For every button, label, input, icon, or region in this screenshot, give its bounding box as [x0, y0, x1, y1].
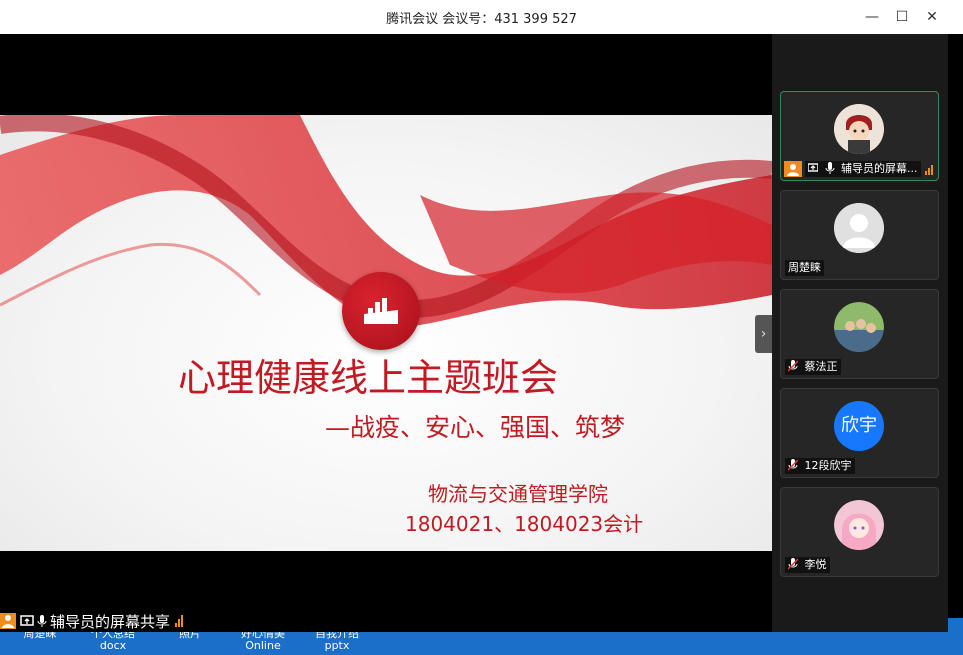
text-avatar: 欣宇 [834, 401, 884, 451]
participant-tile[interactable]: 周楚睐 [780, 190, 939, 280]
share-status-text: 辅导员的屏幕共享 [50, 612, 171, 631]
mic-muted-icon [788, 360, 798, 372]
participant-name: 李悦 [785, 557, 830, 573]
participant-name: 辅导员的屏幕... [805, 161, 921, 177]
slide-classes: 1804021、1804023会计 [405, 512, 644, 536]
participant-tile[interactable]: 蔡法正 [780, 289, 939, 379]
host-icon [0, 613, 16, 629]
maximize-button[interactable]: ☐ [890, 6, 914, 28]
participant-tile[interactable]: 欣宇 12段欣宇 [780, 388, 939, 478]
mic-icon [825, 162, 834, 174]
host-icon [784, 161, 802, 177]
mic-muted-icon [788, 459, 798, 471]
chart-logo-icon [342, 272, 420, 350]
minimize-button[interactable]: — [860, 6, 884, 28]
screen-share-icon [808, 163, 818, 172]
participant-name: 12段欣宇 [785, 458, 855, 474]
participant-sidebar: 辅导员的屏幕... 周楚睐 蔡法正 欣宇 12段欣宇 李悦 [772, 34, 948, 632]
default-avatar-icon [834, 203, 884, 253]
group-photo-avatar-icon [834, 302, 884, 352]
window-titlebar: 腾讯会议 会议号：431 399 527 — ☐ ✕ [0, 0, 963, 34]
cartoon-avatar-icon [834, 104, 884, 154]
screen-share-icon [20, 615, 34, 626]
slide-subtitle: —战疫、安心、强国、筑梦 [325, 413, 626, 442]
screen-share-status: 辅导员的屏幕共享 [0, 610, 184, 632]
participant-tile[interactable]: 辅导员的屏幕... [780, 91, 939, 181]
meeting-window: 心理健康线上主题班会 —战疫、安心、强国、筑梦 物流与交通管理学院 180402… [0, 34, 948, 632]
close-button[interactable]: ✕ [920, 6, 944, 28]
participant-name: 周楚睐 [785, 260, 824, 276]
participant-name: 蔡法正 [785, 359, 841, 375]
signal-strength-icon [925, 163, 933, 175]
anime-avatar-icon [834, 500, 884, 550]
mic-muted-icon [788, 558, 798, 570]
mic-icon [37, 615, 47, 627]
signal-strength-icon [175, 615, 184, 627]
slide-school: 物流与交通管理学院 [428, 482, 608, 506]
slide-title: 心理健康线上主题班会 [178, 356, 559, 400]
participant-tile[interactable]: 李悦 [780, 487, 939, 577]
window-title: 腾讯会议 会议号：431 399 527 [386, 12, 577, 27]
collapse-sidebar-button[interactable]: › [755, 315, 772, 353]
shared-screen-slide: 心理健康线上主题班会 —战疫、安心、强国、筑梦 物流与交通管理学院 180402… [0, 115, 772, 551]
